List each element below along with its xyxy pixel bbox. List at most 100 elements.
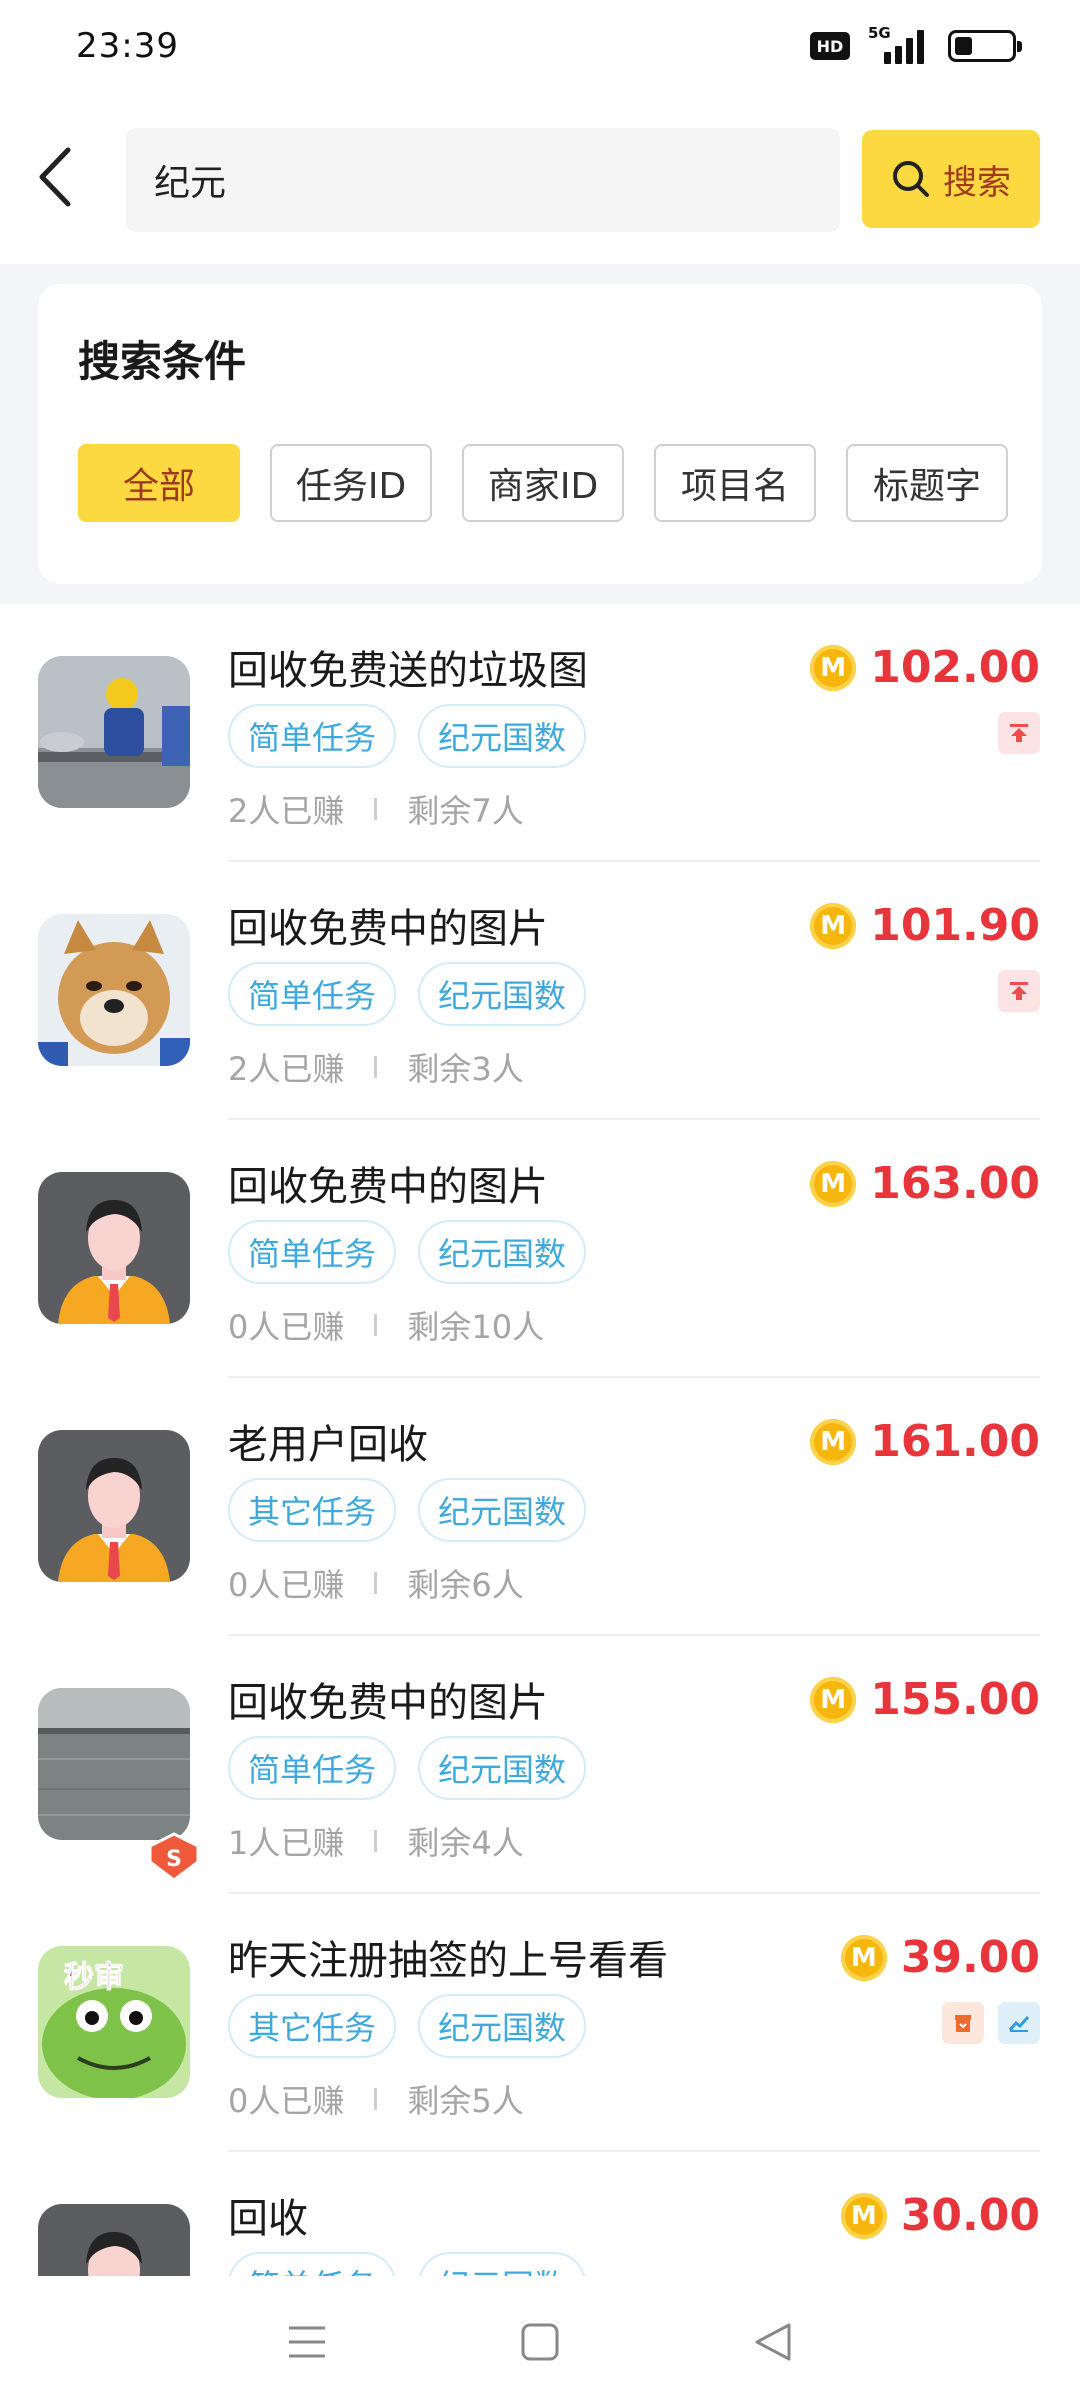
chip-title-keyword[interactable]: 标题字 (846, 444, 1008, 522)
meta-divider (374, 2088, 378, 2110)
task-tag: 纪元国数 (418, 1994, 587, 2058)
search-input[interactable]: 纪元 (126, 128, 840, 232)
task-tag: 纪元国数 (418, 1478, 587, 1542)
task-reward: M 163.00 (810, 1158, 1040, 1209)
home-icon[interactable] (510, 2312, 570, 2372)
task-item[interactable]: 回收免费中的图片简单任务 纪元国数 2人已赚 剩余3人 M 101.90 (0, 862, 1080, 1120)
task-meta: 1人已赚 剩余4人 (228, 1818, 524, 1864)
task-title: 昨天注册抽签的上号看看 (228, 1938, 668, 1984)
coin-icon: M (840, 2192, 887, 2239)
battery-icon (948, 30, 1022, 62)
task-title: 老用户回收 (228, 1422, 428, 1468)
task-thumbnail (38, 1688, 190, 1840)
chip-task-id[interactable]: 任务ID (270, 444, 432, 522)
meta-divider (374, 1830, 378, 1852)
task-tags: 简单任务纪元国数 (228, 704, 587, 768)
status-time: 23:39 (76, 26, 179, 66)
hd-icon: HD (810, 32, 850, 60)
filter-chips: 全部 任务ID 商家ID 项目名 标题字 (78, 444, 1008, 522)
task-tag: 纪元国数 (418, 1736, 587, 1800)
task-meta: 0人已赚 剩余10人 (228, 1302, 544, 1348)
status-icons: HD 5G (810, 24, 1022, 64)
menu-icon[interactable] (277, 2312, 337, 2372)
task-item[interactable]: 老用户回收其它任务 纪元国数 0人已赚 剩余6人 M 161.00 (0, 1378, 1080, 1636)
coin-icon: M (810, 644, 857, 691)
reward-amount: 30.00 (900, 2190, 1040, 2241)
task-tag: 纪元国数 (418, 704, 587, 768)
chip-project-name[interactable]: 项目名 (654, 444, 816, 522)
task-tags: 其它任务 纪元国数 (228, 1994, 587, 2058)
task-thumbnail (38, 1430, 190, 1582)
task-reward: M 101.90 (810, 900, 1040, 951)
task-title: 回收免费中的图片 (228, 1680, 548, 1726)
meta-divider (374, 1572, 378, 1594)
back-button[interactable] (24, 142, 84, 212)
search-button-label: 搜索 (943, 162, 1011, 203)
task-reward: M 155.00 (810, 1674, 1040, 1725)
task-tag: 简单任务 (228, 704, 397, 768)
system-nav-bar (0, 2276, 1080, 2408)
task-tags: 简单任务纪元国数 (228, 1220, 587, 1284)
task-item[interactable]: S 回收免费中的图片简单任务 纪元国数 1人已赚 剩余4人 M 155.00 (0, 1636, 1080, 1894)
gift-icon (942, 2002, 984, 2044)
task-title: 回收免费中的图片 (228, 906, 548, 952)
earned-count: 0人已赚 (228, 1308, 345, 1346)
search-button[interactable]: 搜索 (862, 130, 1040, 228)
back-nav-icon[interactable] (743, 2312, 803, 2372)
task-item[interactable]: 回收简单任务纪元国数 M 30.00 (0, 2152, 1080, 2276)
meta-divider (374, 798, 378, 820)
reward-amount: 155.00 (870, 1674, 1040, 1725)
task-item[interactable]: 秒审 昨天注册抽签的上号看看其它任务 纪元国数 0人已赚 剩余5人 M 39.00 (0, 1894, 1080, 2152)
task-reward: M 39.00 (840, 1932, 1040, 1983)
coin-icon: M (810, 1418, 857, 1465)
pin-icon (998, 712, 1040, 754)
task-tag: 简单任务 (228, 1736, 397, 1800)
task-meta: 2人已赚 剩余7人 (228, 786, 524, 832)
task-thumbnail (38, 914, 190, 1066)
earned-count: 1人已赚 (228, 1824, 345, 1862)
remaining-count: 剩余10人 (407, 1308, 545, 1346)
chip-all[interactable]: 全部 (78, 444, 240, 522)
reward-amount: 161.00 (870, 1416, 1040, 1467)
task-item[interactable]: 回收免费送的垃圾图 简单任务 纪元国数 2人已赚 剩余7人 M 102.00 (0, 604, 1080, 862)
task-thumbnail (38, 656, 190, 808)
remaining-count: 剩余7人 (407, 792, 524, 830)
task-meta: 2人已赚 剩余3人 (228, 1044, 524, 1090)
coin-icon: M (810, 902, 857, 949)
reward-amount: 39.00 (900, 1932, 1040, 1983)
chip-merchant-id[interactable]: 商家ID (462, 444, 624, 522)
remaining-count: 剩余4人 (407, 1824, 524, 1862)
task-thumbnail (38, 2204, 190, 2276)
signal-icon: 5G (868, 24, 930, 64)
task-title: 回收免费送的垃圾图 (228, 648, 588, 694)
remaining-count: 剩余5人 (407, 2082, 524, 2120)
earned-count: 0人已赚 (228, 2082, 345, 2120)
task-tag: 纪元国数 (418, 2252, 587, 2276)
task-list: 回收免费送的垃圾图 简单任务 纪元国数 2人已赚 剩余7人 M 102.00 回收免… (0, 604, 1080, 2276)
remaining-count: 剩余6人 (407, 1566, 524, 1604)
chevron-left-icon (39, 147, 71, 207)
task-flags (942, 2002, 1040, 2044)
status-bar: 23:39 HD 5G (0, 0, 1080, 96)
task-flags (998, 970, 1040, 1012)
earned-count: 2人已赚 (228, 1050, 345, 1088)
task-title: 回收免费中的图片 (228, 1164, 548, 1210)
task-tags: 简单任务纪元国数 (228, 962, 587, 1026)
filter-card: 搜索条件 全部 任务ID 商家ID 项目名 标题字 (38, 284, 1042, 584)
reward-amount: 101.90 (870, 900, 1040, 951)
earned-count: 0人已赚 (228, 1566, 345, 1604)
task-tag: 简单任务 (228, 1220, 397, 1284)
task-meta: 0人已赚 剩余6人 (228, 1560, 524, 1606)
filter-section: 搜索条件 全部 任务ID 商家ID 项目名 标题字 (0, 264, 1080, 604)
search-header: 纪元 搜索 (0, 96, 1080, 264)
task-reward: M 161.00 (810, 1416, 1040, 1467)
thumbnail-badge-text: 秒审 (64, 1960, 125, 1996)
task-tag: 简单任务 (228, 2252, 397, 2276)
trend-icon (998, 2002, 1040, 2044)
task-tags: 其它任务 纪元国数 (228, 1478, 587, 1542)
svg-text:S: S (166, 1847, 182, 1872)
task-tag: 其它任务 (228, 1994, 397, 2058)
filter-title: 搜索条件 (78, 337, 247, 386)
task-item[interactable]: 回收免费中的图片简单任务 纪元国数 0人已赚 剩余10人 M 163.00 (0, 1120, 1080, 1378)
earned-count: 2人已赚 (228, 792, 345, 830)
